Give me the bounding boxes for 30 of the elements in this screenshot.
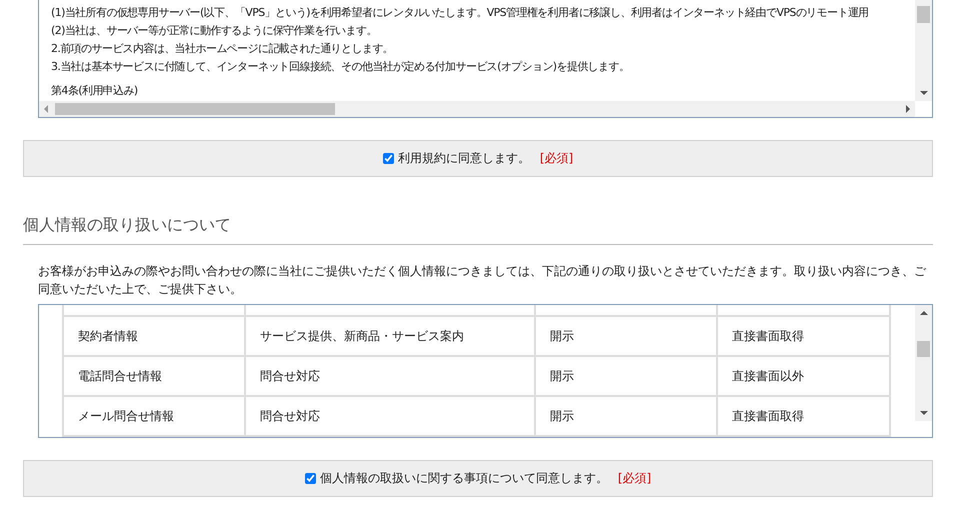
vertical-scrollbar[interactable] — [915, 305, 932, 421]
table-cell: 直接書面以外 — [717, 356, 890, 396]
table-cell: メール問合せ情報 — [63, 396, 245, 436]
table-cell: 開示 — [535, 356, 717, 396]
agree-checkbox[interactable] — [382, 153, 394, 164]
required-mark: [必須] — [540, 150, 574, 167]
terms-line: 3.当社は基本サービスに付随して、インターネット回線接続、その他当社が定める付加サービス(オプション)を提供します。 — [51, 59, 630, 75]
table-cell: 電話問合せ情報 — [63, 356, 245, 396]
table-cell: 契約者情報 — [63, 316, 245, 356]
horizontal-scrollbar[interactable] — [39, 101, 915, 117]
table-cell: 直接書面取得 — [717, 316, 890, 356]
table-cell: 問合せ対応 — [245, 396, 535, 436]
agree-checkbox[interactable] — [304, 473, 316, 484]
intro-paragraph: お客様がお申込みの際やお問い合わせの際に当社にご提供いただく個人情報につきましては、下記の通りの取り扱いとさせていただきます。取り扱い内容につき、ご同意いただいた上で、ご提供下さい。 — [38, 263, 927, 298]
terms-text-box[interactable] — [38, 0, 933, 118]
vertical-scrollbar[interactable] — [915, 0, 932, 101]
agree-checkbox-label[interactable]: 利用規約に同意します。 — [382, 150, 530, 167]
agree-checkbox-label[interactable]: 個人情報の取扱いに関する事項について同意します。 — [304, 470, 608, 487]
terms-line: 第4条(利用申込み) — [51, 83, 139, 99]
terms-line: 2.前項のサービス内容は、当社ホームページに記載された通りとします。 — [51, 41, 394, 57]
table-cell: 問合せ対応 — [245, 356, 535, 396]
section-heading: 個人情報の取り扱いについて — [23, 215, 933, 245]
terms-line: (2)当社は、サーバー等が正常に動作するように保守作業を行います。 — [51, 23, 378, 39]
table-cell: 開示 — [535, 316, 717, 356]
table-cell: 開示 — [535, 396, 717, 436]
terms-line: (1)当社所有の仮想専用サーバー(以下、「VPS」という)を利用希望者にレンタルいたします。VPS管理権を利用者に移譲し、利用者はインターネット経由でVPSのリモート運用 — [51, 5, 870, 21]
privacy-table-box[interactable]: 契約者情報 サービス提供、新商品・サービス案内 開示 直接書面取得 電話問合せ情報 問合せ対応 開示 直接書面以外 メール問合せ情報 問合せ対応 開示 直接書面取得 — [38, 304, 933, 438]
table-cell: 直接書面取得 — [717, 396, 890, 436]
table-cell: サービス提供、新商品・サービス案内 — [245, 316, 535, 356]
required-mark: [必須] — [618, 470, 652, 487]
